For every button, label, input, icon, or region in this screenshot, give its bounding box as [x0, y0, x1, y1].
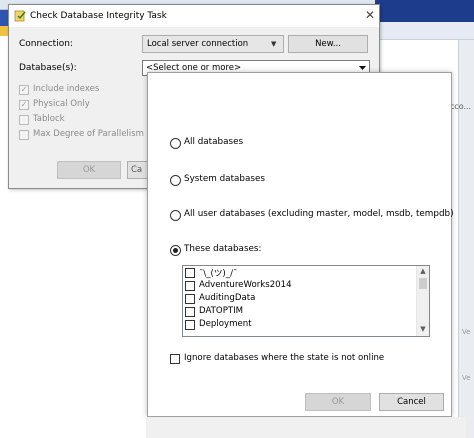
database-name: DATOPTIM: [199, 306, 244, 316]
option-tablock-checkbox[interactable]: [19, 115, 29, 125]
close-icon[interactable]: ✕: [363, 8, 377, 22]
new-connection-button[interactable]: New...: [288, 35, 368, 53]
database-name: AuditingData: [199, 293, 256, 303]
database-name: AdventureWorks2014: [199, 280, 292, 290]
databases-label: Database(s):: [19, 63, 77, 73]
radio-button-selected[interactable]: [170, 245, 181, 256]
task-icon: [14, 10, 26, 22]
database-checkbox[interactable]: [185, 281, 195, 291]
option-max-degree-parallelism-label: Max Degree of Parallelism: [33, 129, 144, 139]
radio-these-databases-label: These databases:: [184, 244, 262, 254]
option-include-indexes-label: Include indexes: [33, 84, 100, 94]
database-list[interactable]: ¯\_(ツ)_/¯ AdventureWorks2014 AuditingDat…: [182, 265, 430, 337]
option-physical-only-checkbox[interactable]: ✓: [19, 100, 29, 110]
dialog-title: Check Database Integrity Task: [30, 11, 167, 21]
option-tablock-label: Tablock: [33, 114, 65, 124]
list-item[interactable]: DATOPTIM: [185, 306, 415, 319]
database-checkbox[interactable]: [185, 307, 195, 317]
option-physical-only-label: Physical Only: [33, 99, 90, 109]
background-footer: [146, 417, 466, 438]
radio-button[interactable]: [170, 138, 181, 149]
radio-selected-dot: [173, 248, 178, 253]
background-app-icon: [0, 10, 8, 26]
database-selection-popup: All databases System databases All user …: [147, 72, 454, 417]
option-max-degree-parallelism-checkbox[interactable]: [19, 130, 29, 140]
connection-select-value: Local server connection: [147, 39, 249, 49]
list-item[interactable]: ¯\_(ツ)_/¯: [185, 267, 415, 280]
popup-cancel-button[interactable]: Cancel: [379, 393, 444, 411]
scroll-down-icon[interactable]: ▼: [417, 324, 429, 335]
connection-label: Connection:: [19, 39, 73, 49]
database-name: ¯\_(ツ)_/¯: [199, 269, 238, 279]
background-text-fragment: Ve: [462, 328, 471, 336]
scroll-thumb[interactable]: [419, 278, 427, 289]
popup-ok-button[interactable]: OK: [305, 393, 371, 411]
database-checkbox[interactable]: [185, 268, 195, 278]
ignore-offline-label: Ignore databases where the state is not …: [184, 353, 385, 363]
radio-button[interactable]: [170, 175, 181, 186]
list-item[interactable]: AdventureWorks2014: [185, 280, 415, 293]
database-checkbox[interactable]: [185, 320, 195, 330]
connection-select[interactable]: Local server connection ▼: [142, 35, 284, 53]
list-item[interactable]: AuditingData: [185, 293, 415, 306]
background-text-fragment: Ve: [462, 374, 471, 382]
dialog-title-bar[interactable]: Check Database Integrity Task ✕: [9, 5, 379, 27]
option-include-indexes-checkbox[interactable]: ✓: [19, 85, 29, 95]
list-scrollbar[interactable]: ▲ ▼: [416, 266, 429, 336]
ignore-offline-checkbox[interactable]: [170, 354, 180, 364]
chevron-down-icon: ▼: [271, 40, 277, 48]
radio-all-databases-label: All databases: [184, 137, 244, 147]
ok-button[interactable]: OK: [57, 161, 121, 179]
background-folder-icon: [0, 26, 8, 36]
radio-all-user-databases-label: All user databases (excluding master, mo…: [184, 209, 454, 219]
background-toolbar: [375, 0, 474, 22]
radio-system-databases-label: System databases: [184, 174, 265, 184]
database-checkbox[interactable]: [185, 294, 195, 304]
database-name: Deployment: [199, 319, 252, 329]
background-tab-strip: [375, 22, 474, 40]
list-item[interactable]: Deployment: [185, 319, 415, 332]
radio-button[interactable]: [170, 210, 181, 221]
scroll-up-icon[interactable]: ▲: [417, 266, 429, 277]
